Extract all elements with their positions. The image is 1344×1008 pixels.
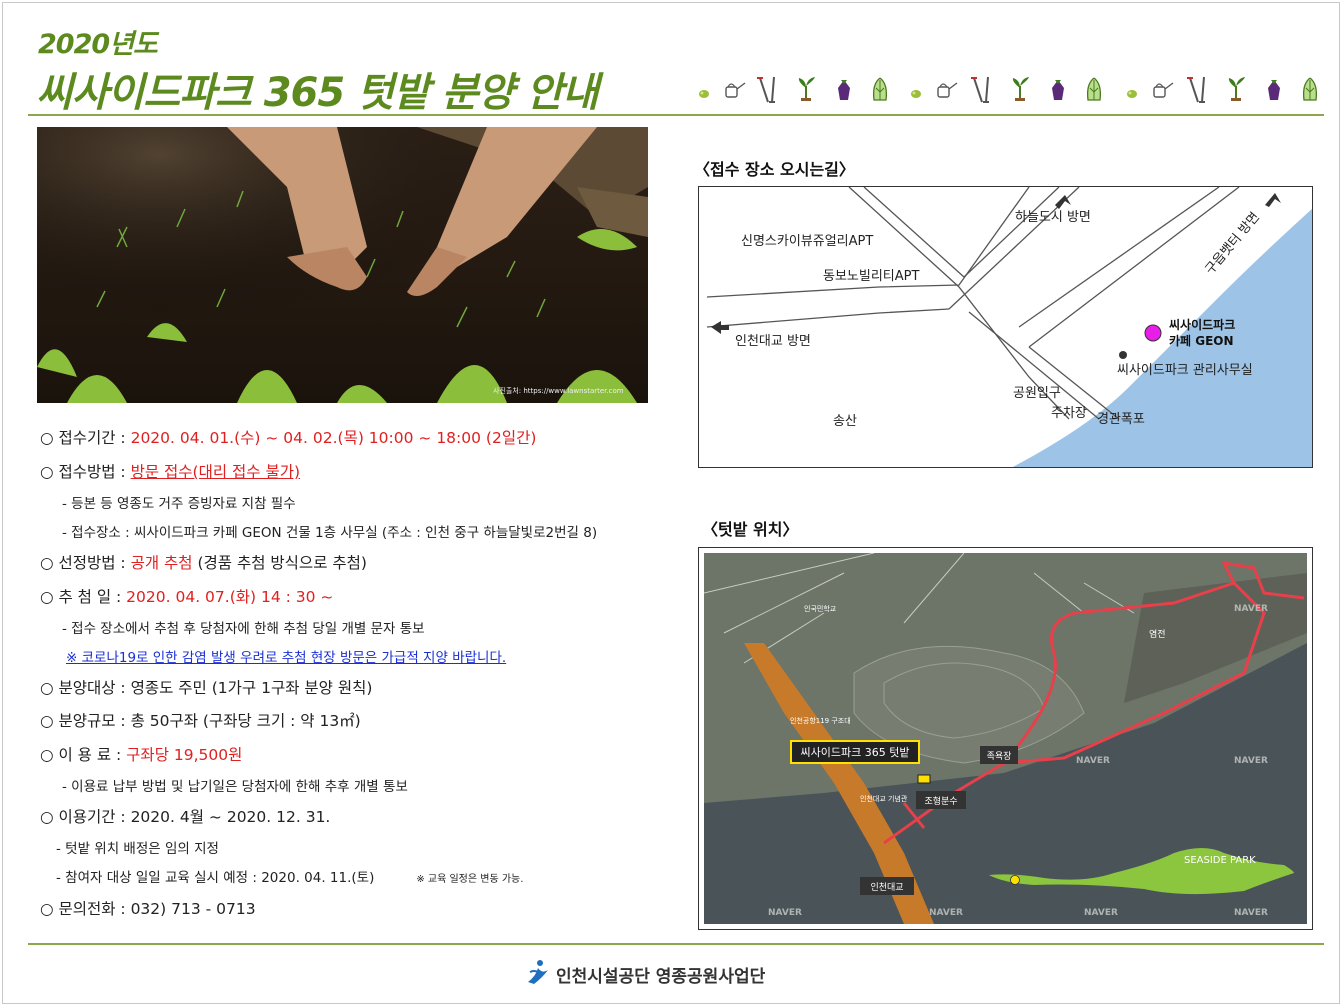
- garden-marker-icon: [917, 774, 931, 784]
- naver-watermark: NAVER: [1234, 756, 1268, 766]
- label-bridge: 인천대교: [870, 882, 903, 893]
- label-garden: 씨사이드파크 365 텃밭: [801, 746, 910, 759]
- directions-heading: 〈접수 장소 오시는길〉: [694, 160, 855, 179]
- label-cafe-2: 카페 GEON: [1169, 333, 1234, 348]
- watering-can-icon: [937, 82, 958, 98]
- label-songsan: 송산: [833, 414, 857, 429]
- label-apt2: 동보노빌리티APT: [823, 269, 919, 284]
- seedling-icon: [1227, 76, 1246, 102]
- info-selection-label: ○ 선정방법 :: [40, 554, 131, 572]
- park-marker-icon: [1010, 875, 1020, 885]
- garden-location-map: 씨사이드파크 365 텃밭 염전 족욕장 조형분수 인천대교 SEASIDE P…: [698, 547, 1313, 930]
- info-usage-note: ※ 교육 일정은 변동 가능.: [416, 874, 524, 885]
- info-scale: ○ 분양규모 : 총 50구좌 (구좌당 크기 : 약 13㎡): [40, 712, 361, 730]
- naver-watermark: NAVER: [1234, 908, 1268, 918]
- photo-credit: 사진출처: https://www.lawnstarter.com: [493, 386, 624, 395]
- seedling-icon: [797, 76, 816, 102]
- info-contact: ○ 문의전화 : 032) 713 - 0713: [40, 900, 256, 918]
- info-draw-value: 2020. 04. 07.(화) 14 : 30 ~: [126, 588, 334, 606]
- eggplant-icon: [838, 80, 850, 100]
- pea-icon: [911, 90, 921, 98]
- watering-can-icon: [725, 82, 746, 98]
- label-footvolley: 족욕장: [987, 751, 1012, 762]
- info-period-value: 2020. 04. 01.(수) ~ 04. 02.(목) 10:00 ~ 18…: [130, 429, 537, 447]
- info-method-detail-2: - 접수장소 : 씨사이드파크 카페 GEON 건물 1층 사무실 (주소 : …: [62, 525, 598, 541]
- header-year: 2020년도: [38, 29, 158, 60]
- satellite-svg: 씨사이드파크 365 텃밭 염전 족욕장 조형분수 인천대교 SEASIDE P…: [704, 553, 1307, 924]
- cabbage-icon: [1086, 77, 1102, 101]
- naver-watermark: NAVER: [1234, 604, 1268, 614]
- cabbage-icon: [872, 77, 888, 101]
- info-selection: ○ 선정방법 : 공개 추첨 (경품 추첨 방식으로 추첨): [40, 551, 367, 573]
- garden-photo: 사진출처: https://www.lawnstarter.com: [37, 127, 648, 403]
- eggplant-icon: [1268, 80, 1280, 100]
- footer-divider: [28, 943, 1324, 945]
- info-method-value: 방문 접수(대리 접수 불가): [130, 463, 301, 481]
- label-haneul: 하늘도시 방면: [1015, 210, 1091, 225]
- label-memorial: 인천대교 기념관: [860, 794, 908, 803]
- info-usage-detail-2-text: - 참여자 대상 일일 교육 실시 예정 : 2020. 04. 11.(토): [56, 870, 375, 886]
- naver-watermark: NAVER: [1084, 908, 1118, 918]
- page-title: 씨사이드파크 365 텃밭 분양 안내: [36, 70, 599, 116]
- direction-arrows: [711, 193, 1281, 334]
- icon-strip: [694, 74, 1324, 106]
- info-draw-detail-1: - 접수 장소에서 추첨 후 당첨자에 한해 추첨 당일 개별 문자 통보: [62, 621, 425, 637]
- covid-notice-link[interactable]: ※ 코로나19로 인한 감염 발생 우려로 추첨 현장 방문은 가급적 지양 바…: [66, 646, 506, 666]
- pea-icon: [1127, 90, 1137, 98]
- cabbage-icon: [1302, 77, 1318, 101]
- info-fee: ○ 이 용 료 : 구좌당 19,500원: [40, 743, 242, 765]
- info-fee-label: ○ 이 용 료 :: [40, 746, 127, 764]
- info-method: ○ 접수방법 : 방문 접수(대리 접수 불가): [40, 460, 300, 482]
- footer-org: 인천시설공단 영종공원사업단: [556, 967, 766, 987]
- info-usage-detail-1: - 텃밭 위치 배정은 임의 지정: [56, 841, 219, 857]
- satellite-view: 씨사이드파크 365 텃밭 염전 족욕장 조형분수 인천대교 SEASIDE P…: [704, 553, 1307, 924]
- info-method-label: ○ 접수방법 :: [40, 463, 131, 481]
- naver-watermark: NAVER: [1076, 756, 1110, 766]
- icon-strip-svg: [699, 76, 1318, 103]
- info-draw-label: ○ 추 첨 일 :: [40, 588, 127, 606]
- arrow-gueup-icon: [1265, 193, 1281, 207]
- directions-map-svg: 신명스카이뷰쥬얼리APT 동보노빌리티APT 하늘도시 방면 구읍뱃터 방면 인…: [706, 187, 1312, 467]
- label-waterfall: 경관폭포: [1097, 412, 1145, 427]
- info-draw: ○ 추 첨 일 : 2020. 04. 07.(화) 14 : 30 ~: [40, 585, 333, 607]
- label-firestation: 인천공항119 구조대: [790, 716, 851, 725]
- info-period: ○ 접수기간 : 2020. 04. 01.(수) ~ 04. 02.(목) 1…: [40, 426, 536, 448]
- info-selection-rest: (경품 추첨 방식으로 추첨): [192, 554, 367, 572]
- pea-icon: [699, 90, 709, 98]
- header-divider: [28, 114, 1324, 116]
- office-marker-icon: [1119, 351, 1127, 359]
- info-fee-value: 구좌당 19,500원: [126, 746, 243, 764]
- seedling-icon: [1011, 76, 1030, 102]
- label-parking: 주차장: [1051, 406, 1087, 421]
- watering-can-icon: [1153, 82, 1174, 98]
- incheon-logo-icon: [528, 960, 548, 984]
- info-usage: ○ 이용기간 : 2020. 4월 ~ 2020. 12. 31.: [40, 808, 331, 826]
- label-entrance: 공원입구: [1013, 386, 1061, 401]
- label-office: 씨사이드파크 관리사무실: [1117, 363, 1253, 378]
- garden-tools-icon: [1186, 76, 1206, 103]
- label-incheon: 인천대교 방면: [735, 334, 811, 349]
- label-apt1: 신명스카이뷰쥬얼리APT: [741, 234, 873, 249]
- garden-tools-icon: [756, 76, 776, 103]
- info-target: ○ 분양대상 : 영종도 주민 (1가구 1구좌 분양 원칙): [40, 679, 373, 697]
- eggplant-icon: [1052, 80, 1064, 100]
- info-method-detail-1: - 등본 등 영종도 거주 증빙자료 지참 필수: [62, 496, 296, 512]
- naver-watermark: NAVER: [768, 908, 802, 918]
- cafe-marker-icon: [1144, 324, 1162, 342]
- info-period-label: ○ 접수기간 :: [40, 429, 131, 447]
- garden-photo-illustration: 사진출처: https://www.lawnstarter.com: [37, 127, 648, 403]
- label-school: 인국민학교: [804, 604, 837, 613]
- label-fountain: 조형분수: [924, 796, 957, 807]
- directions-map: 신명스카이뷰쥬얼리APT 동보노빌리티APT 하늘도시 방면 구읍뱃터 방면 인…: [698, 186, 1313, 468]
- arrow-incheon-icon: [711, 321, 729, 334]
- garden-tools-icon: [970, 76, 990, 103]
- info-selection-value: 공개 추첨: [130, 554, 193, 572]
- label-seaside: SEASIDE PARK: [1184, 855, 1256, 866]
- label-cafe-1: 씨사이드파크: [1169, 317, 1235, 332]
- label-salt: 염전: [1149, 629, 1166, 640]
- naver-watermark: NAVER: [929, 908, 963, 918]
- info-fee-detail-1: - 이용료 납부 방법 및 납기일은 당첨자에 한해 추후 개별 통보: [62, 779, 408, 795]
- info-usage-detail-2: - 참여자 대상 일일 교육 실시 예정 : 2020. 04. 11.(토) ※…: [56, 866, 523, 886]
- garden-location-heading: 〈텃밭 위치〉: [702, 520, 799, 539]
